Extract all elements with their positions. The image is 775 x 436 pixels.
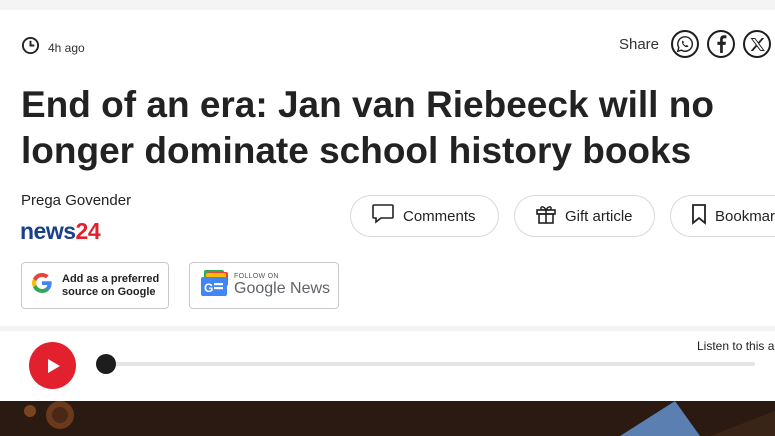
audio-progress-handle[interactable]: [96, 354, 116, 374]
timestamp: 4h ago: [21, 36, 85, 60]
google-card-line1: Add as a preferred: [62, 272, 160, 285]
audio-player: Listen to this a: [0, 331, 775, 401]
headline: End of an era: Jan van Riebeeck will no …: [21, 84, 714, 171]
wordmark-google: Google: [234, 280, 286, 297]
svg-text:G: G: [204, 281, 213, 295]
listen-label: Listen to this a: [697, 339, 775, 353]
facebook-icon[interactable]: [707, 30, 735, 58]
news24-logo[interactable]: news24: [20, 218, 101, 245]
gift-article-label: Gift article: [565, 207, 633, 225]
wordmark-news: News: [290, 280, 331, 297]
top-strip: [0, 0, 775, 10]
author-name[interactable]: Prega Govender: [21, 192, 131, 209]
comments-button[interactable]: Comments: [350, 195, 499, 237]
play-button[interactable]: [29, 342, 76, 389]
comment-icon: [371, 203, 395, 229]
google-card-line2: source on Google: [62, 285, 156, 298]
logo-part-news: news: [20, 218, 76, 244]
google-news-text: FOLLOW ON Google News: [234, 273, 330, 298]
google-preferred-source-button[interactable]: Add as a preferred source on Google: [21, 262, 169, 309]
clock-icon: [21, 36, 40, 60]
time-label: 4h ago: [48, 41, 85, 55]
google-news-icon: G: [199, 268, 231, 303]
follow-on-label: FOLLOW ON: [234, 273, 279, 280]
bookmark-label: Bookmar: [715, 207, 775, 225]
audio-progress-track[interactable]: [100, 362, 755, 366]
x-icon[interactable]: [743, 30, 771, 58]
follow-google-news-button[interactable]: G FOLLOW ON Google News: [189, 262, 339, 309]
hero-image: [0, 401, 775, 436]
play-icon: [47, 358, 60, 373]
share-bar: Share: [619, 30, 771, 58]
gift-article-button[interactable]: Gift article: [514, 195, 655, 237]
bookmark-icon: [691, 203, 707, 229]
share-label: Share: [618, 35, 659, 53]
google-card-text: Add as a preferred source on Google: [62, 273, 159, 299]
google-g-icon: [30, 271, 54, 300]
gift-icon: [535, 203, 557, 229]
logo-part-24: 24: [75, 218, 101, 244]
google-news-wordmark: Google News: [234, 280, 330, 298]
whatsapp-icon[interactable]: [671, 30, 699, 58]
comments-label: Comments: [403, 207, 476, 225]
bookmark-button[interactable]: Bookmar: [670, 195, 775, 237]
